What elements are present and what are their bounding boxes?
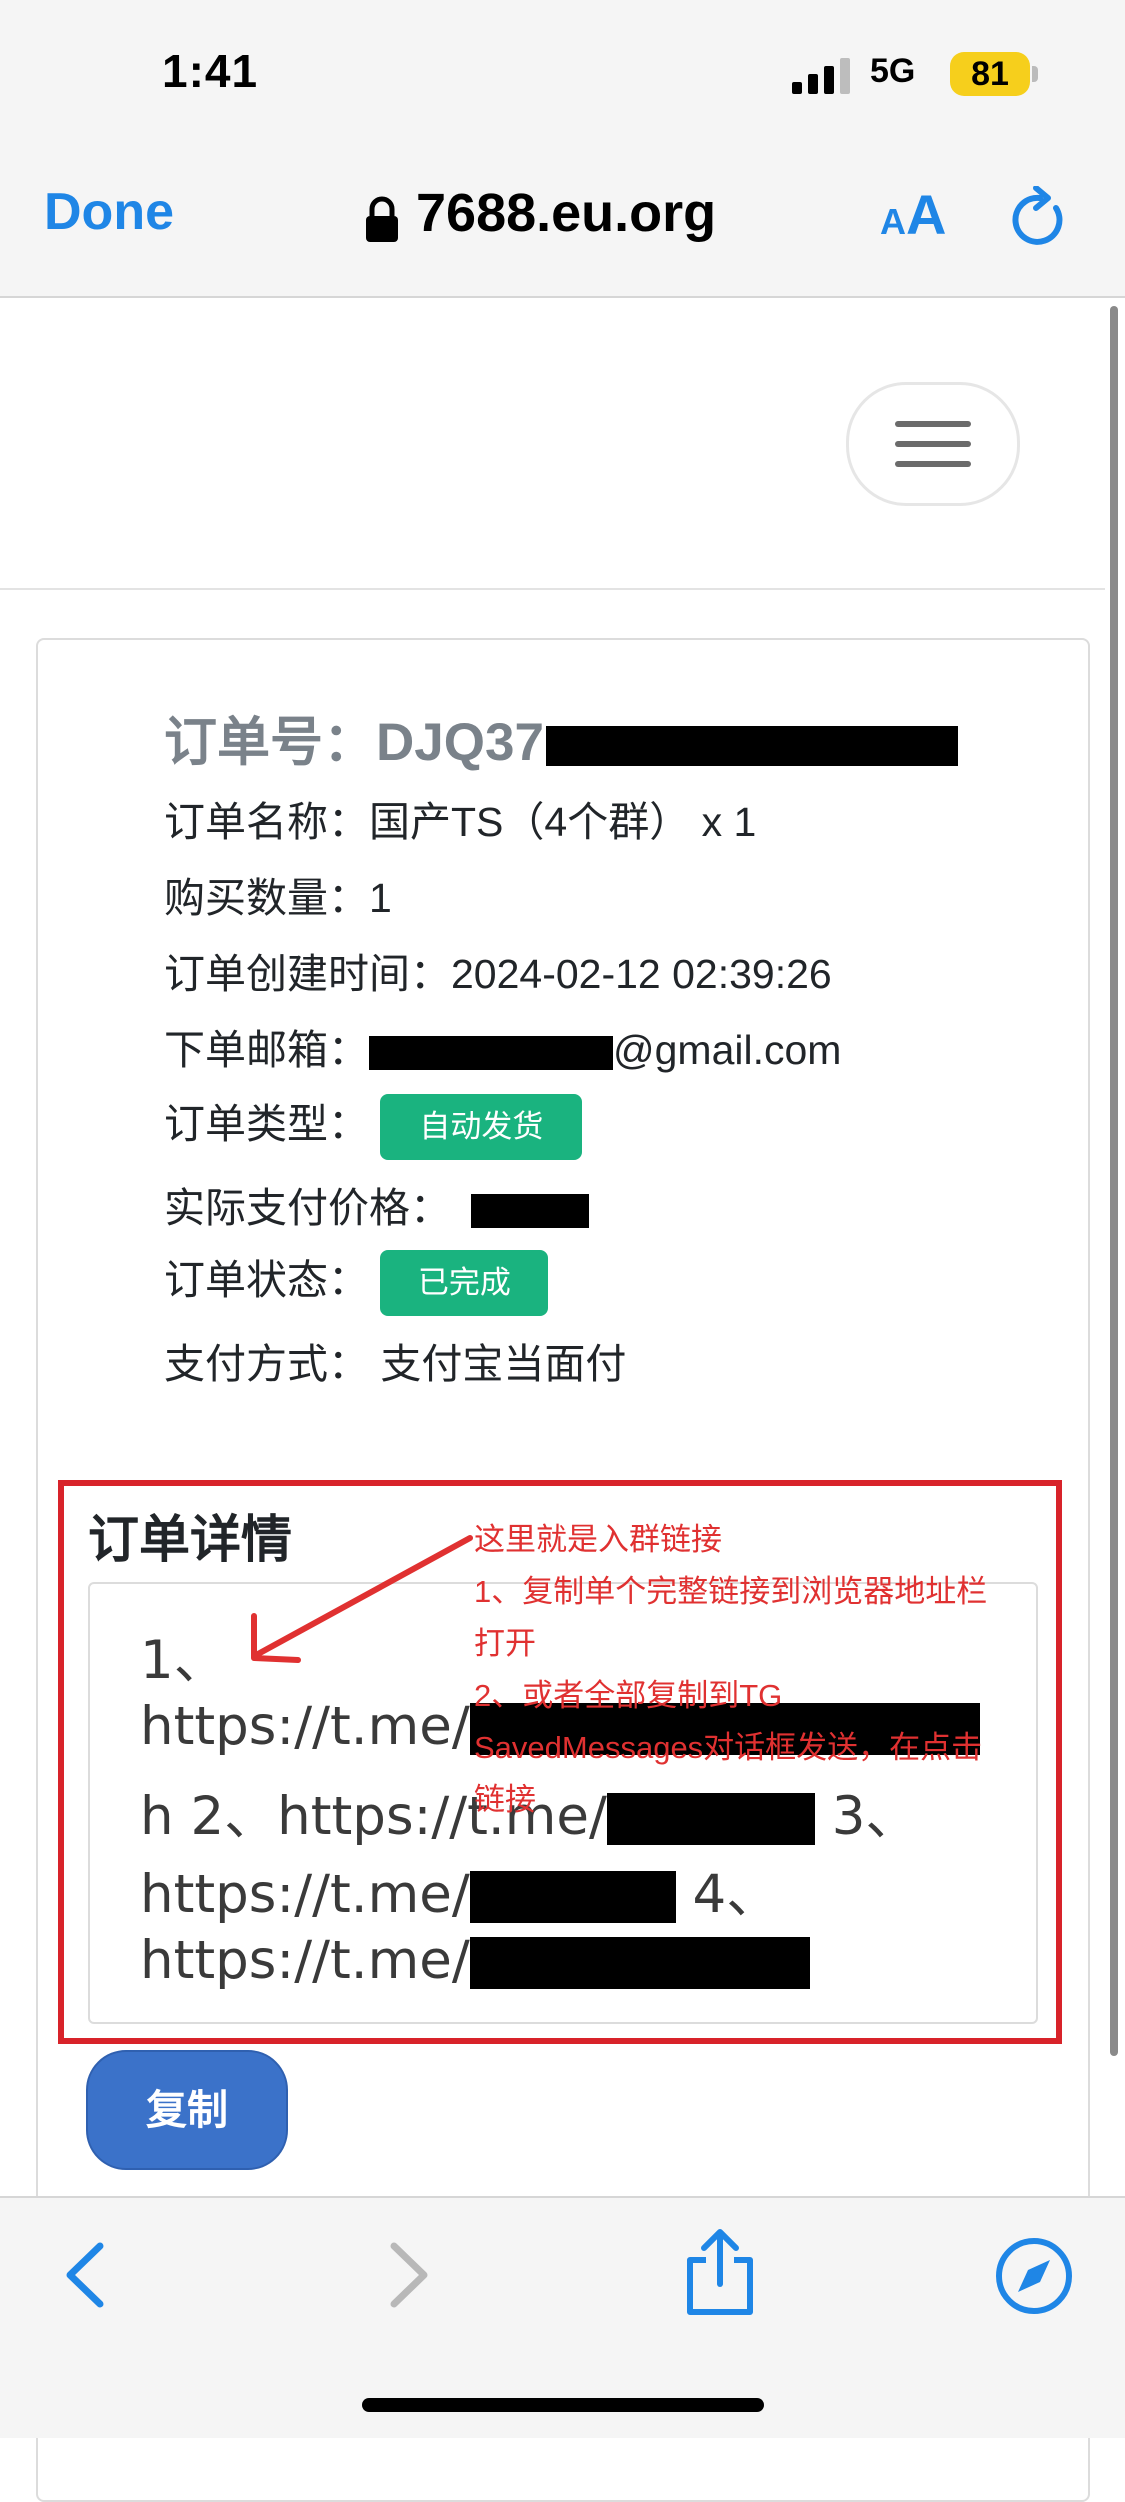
network-label: 5G (870, 52, 916, 90)
quantity-label: 购买数量： (164, 875, 369, 921)
email-suffix: @gmail.com (613, 1027, 842, 1073)
order-name-value: 国产TS（4个群） x 1 (369, 799, 757, 845)
scrollbar[interactable] (1110, 306, 1118, 2056)
reload-icon[interactable] (1010, 186, 1070, 250)
order-name-row: 订单名称：国产TS（4个群） x 1 (164, 788, 756, 848)
redacted-block (471, 1194, 589, 1229)
payment-label: 支付方式： (164, 1341, 369, 1387)
annotation-line: 这里就是入群链接 (474, 1522, 722, 1557)
menu-toggle-button[interactable] (846, 382, 1020, 506)
compass-icon[interactable] (994, 2236, 1074, 2316)
payment-row: 支付方式： 支付宝当面付 (164, 1330, 626, 1390)
price-row: 实际支付价格： (164, 1174, 589, 1234)
order-status-row: 订单状态： 已完成 (164, 1246, 549, 1317)
email-label: 下单邮箱： (164, 1027, 369, 1073)
order-type-row: 订单类型： 自动发货 (164, 1090, 583, 1161)
created-time-value: 2024-02-12 02:39:26 (451, 951, 832, 997)
order-number-value: DJQ37 (376, 713, 544, 772)
redacted-block (369, 1036, 613, 1071)
nav-divider (0, 588, 1105, 590)
link-line-1: 1、 (140, 1630, 227, 1691)
email-row: 下单邮箱： @gmail.com (164, 1016, 841, 1076)
battery-indicator: 81 (950, 52, 1030, 96)
annotation-arrow-icon (251, 1535, 473, 1663)
order-name-label: 订单名称： (164, 799, 369, 845)
order-status-badge: 已完成 (380, 1250, 549, 1317)
hamburger-bar (895, 441, 971, 447)
order-number: 订单号：DJQ37 (164, 700, 958, 776)
annotation-line: 打开 (474, 1626, 536, 1661)
link-prefix: https://t.me/ (140, 1696, 470, 1757)
done-button[interactable]: Done (44, 182, 174, 242)
copy-button[interactable]: 复制 (86, 2050, 288, 2170)
forward-icon[interactable] (384, 2240, 434, 2310)
annotation-line: SavedMessages对话框发送，在点击 (474, 1730, 983, 1765)
created-time-row: 订单创建时间：2024-02-12 02:39:26 (164, 940, 832, 1000)
lock-icon (366, 196, 398, 242)
payment-value: 支付宝当面付 (380, 1341, 627, 1387)
redacted-block (469, 1937, 810, 1990)
link-line-4: https://t.me/ 4、 (140, 1852, 779, 1928)
annotation-line: 2、或者全部复制到TG (474, 1678, 783, 1713)
signal-icon (792, 58, 850, 94)
battery-tip (1032, 66, 1038, 82)
quantity-value: 1 (369, 875, 392, 921)
aa-big: A (906, 183, 947, 246)
status-time: 1:41 (162, 45, 259, 97)
price-label: 实际支付价格： (164, 1185, 451, 1231)
redacted-block (469, 1871, 676, 1924)
annotation-line: 1、复制单个完整链接到浏览器地址栏 (474, 1574, 988, 1609)
address-bar[interactable]: 7688.eu.org (416, 182, 716, 244)
link-line-5: https://t.me/ (140, 1930, 810, 1991)
order-type-badge: 自动发货 (380, 1094, 583, 1161)
link-suffix: 4、 (675, 1864, 780, 1925)
aa-small: A (880, 201, 906, 242)
back-icon[interactable] (60, 2240, 110, 2310)
text-size-button[interactable]: AA (880, 182, 946, 247)
redacted-block (545, 726, 958, 766)
link-prefix: https://t.me/ (140, 1864, 470, 1925)
order-status-label: 订单状态： (164, 1257, 369, 1303)
share-icon[interactable] (684, 2228, 756, 2316)
order-number-label: 订单号： (164, 713, 376, 772)
link-prefix: h 2、https://t.me/ (140, 1786, 607, 1847)
link-suffix: 3、 (814, 1786, 919, 1847)
annotation-line: 链接 (474, 1782, 536, 1817)
redacted-block (606, 1793, 815, 1846)
order-type-label: 订单类型： (164, 1101, 369, 1147)
created-time-label: 订单创建时间： (164, 951, 451, 997)
quantity-row: 购买数量：1 (164, 864, 392, 924)
link-prefix: https://t.me/ (140, 1930, 470, 1991)
home-indicator (362, 2398, 764, 2412)
hamburger-icon (895, 421, 971, 427)
hamburger-bar (895, 461, 971, 467)
